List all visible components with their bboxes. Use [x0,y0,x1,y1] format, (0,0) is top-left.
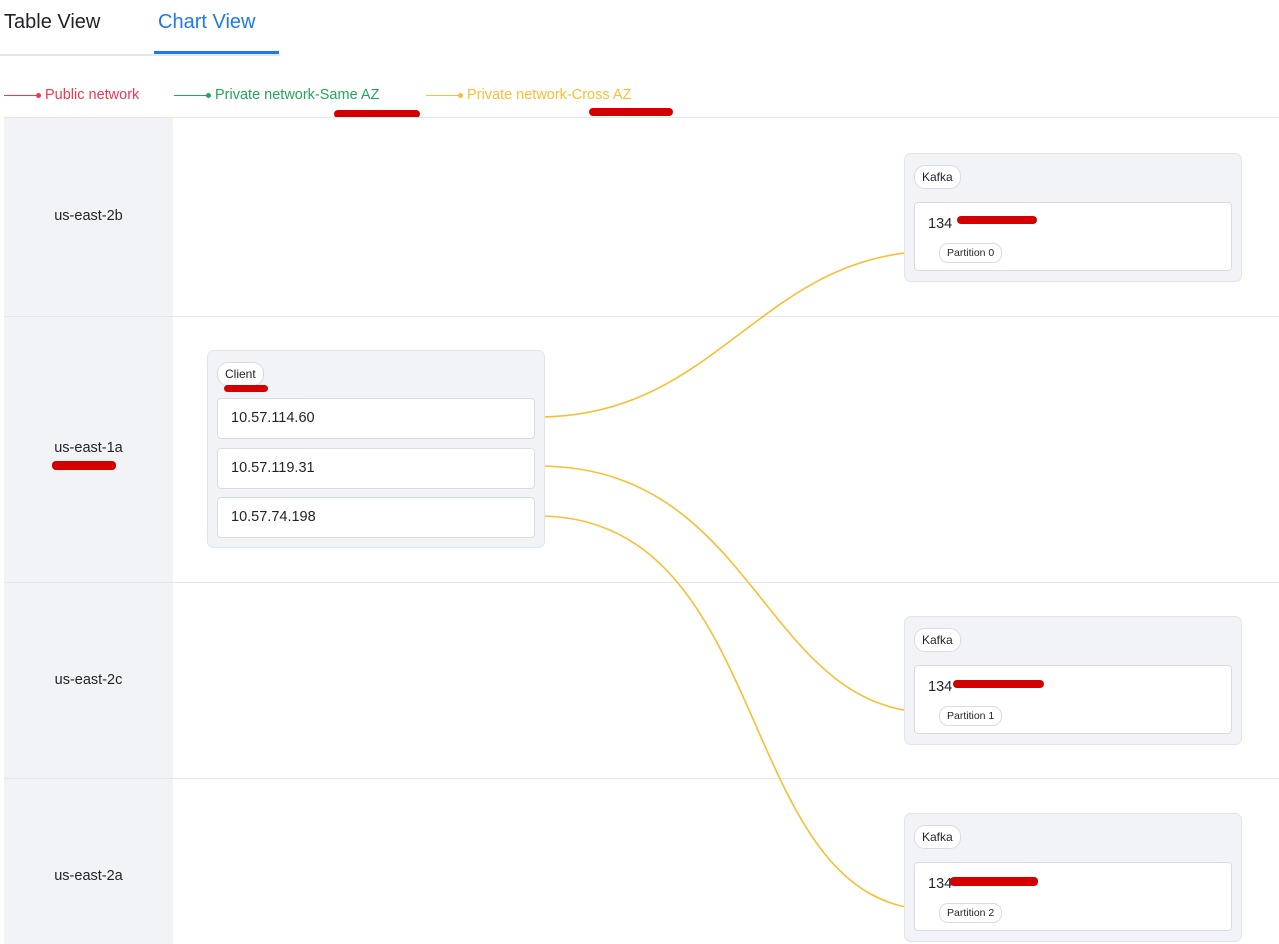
client-node[interactable]: 10.57.114.60 [217,398,535,439]
partition-badge[interactable]: Partition 2 [939,903,1003,923]
zone-label-us-east-2a: us-east-2a [54,868,123,884]
redaction-mark [52,461,116,470]
kafka-node-ip: 134 [928,216,953,232]
legend-dot-cross-az [458,92,463,98]
kafka-node[interactable]: 134 Partition 2 [914,862,1232,931]
redaction-mark [589,108,673,116]
client-node-ip: 10.57.114.60 [231,410,315,426]
legend-label-same-az: Private network-Same AZ [215,87,380,103]
zone-divider [4,778,1279,779]
tab-table-view[interactable]: Table View [4,8,100,36]
active-tab-indicator [154,51,279,54]
kafka-tag: Kafka [914,825,961,849]
kafka-node-ip: 134 [928,679,953,695]
legend-line-cross-az [426,95,460,96]
client-node[interactable]: 10.57.74.198 [217,497,535,538]
view-tabs: Table View Chart View [0,0,280,56]
zone-label-us-east-2c: us-east-2c [54,672,123,688]
kafka-node[interactable]: 134 Partition 1 [914,665,1232,734]
redaction-mark [957,216,1037,224]
legend-line-same-az [174,95,208,96]
zone-label-us-east-1a: us-east-1a [54,440,123,456]
partition-badge[interactable]: Partition 1 [939,706,1003,726]
redaction-mark [950,877,1038,886]
client-node-ip: 10.57.74.198 [231,509,316,525]
legend-dot-public [36,92,41,98]
kafka-node-ip: 134 [928,876,953,892]
legend-label-cross-az: Private network-Cross AZ [467,87,632,103]
kafka-group: Kafka 134 Partition 0 [904,153,1242,282]
client-node-ip: 10.57.119.31 [231,460,315,476]
legend-label-public: Public network [45,87,140,103]
kafka-node[interactable]: 134 Partition 0 [914,202,1232,271]
legend-line-public [4,95,38,96]
zone-label-column [4,118,173,944]
zone-label-us-east-2b: us-east-2b [54,208,123,224]
legend-dot-same-az [206,92,211,98]
kafka-tag: Kafka [914,628,961,652]
zone-divider [4,316,1279,317]
partition-badge[interactable]: Partition 0 [939,243,1003,263]
redaction-mark [224,385,268,392]
kafka-tag: Kafka [914,165,961,189]
client-node[interactable]: 10.57.119.31 [217,448,535,489]
redaction-mark [953,680,1044,688]
zone-divider [4,582,1279,583]
tab-chart-view[interactable]: Chart View [158,8,255,36]
client-tag: Client [217,362,264,386]
client-group: Client 10.57.114.60 10.57.119.31 10.57.7… [207,350,545,548]
